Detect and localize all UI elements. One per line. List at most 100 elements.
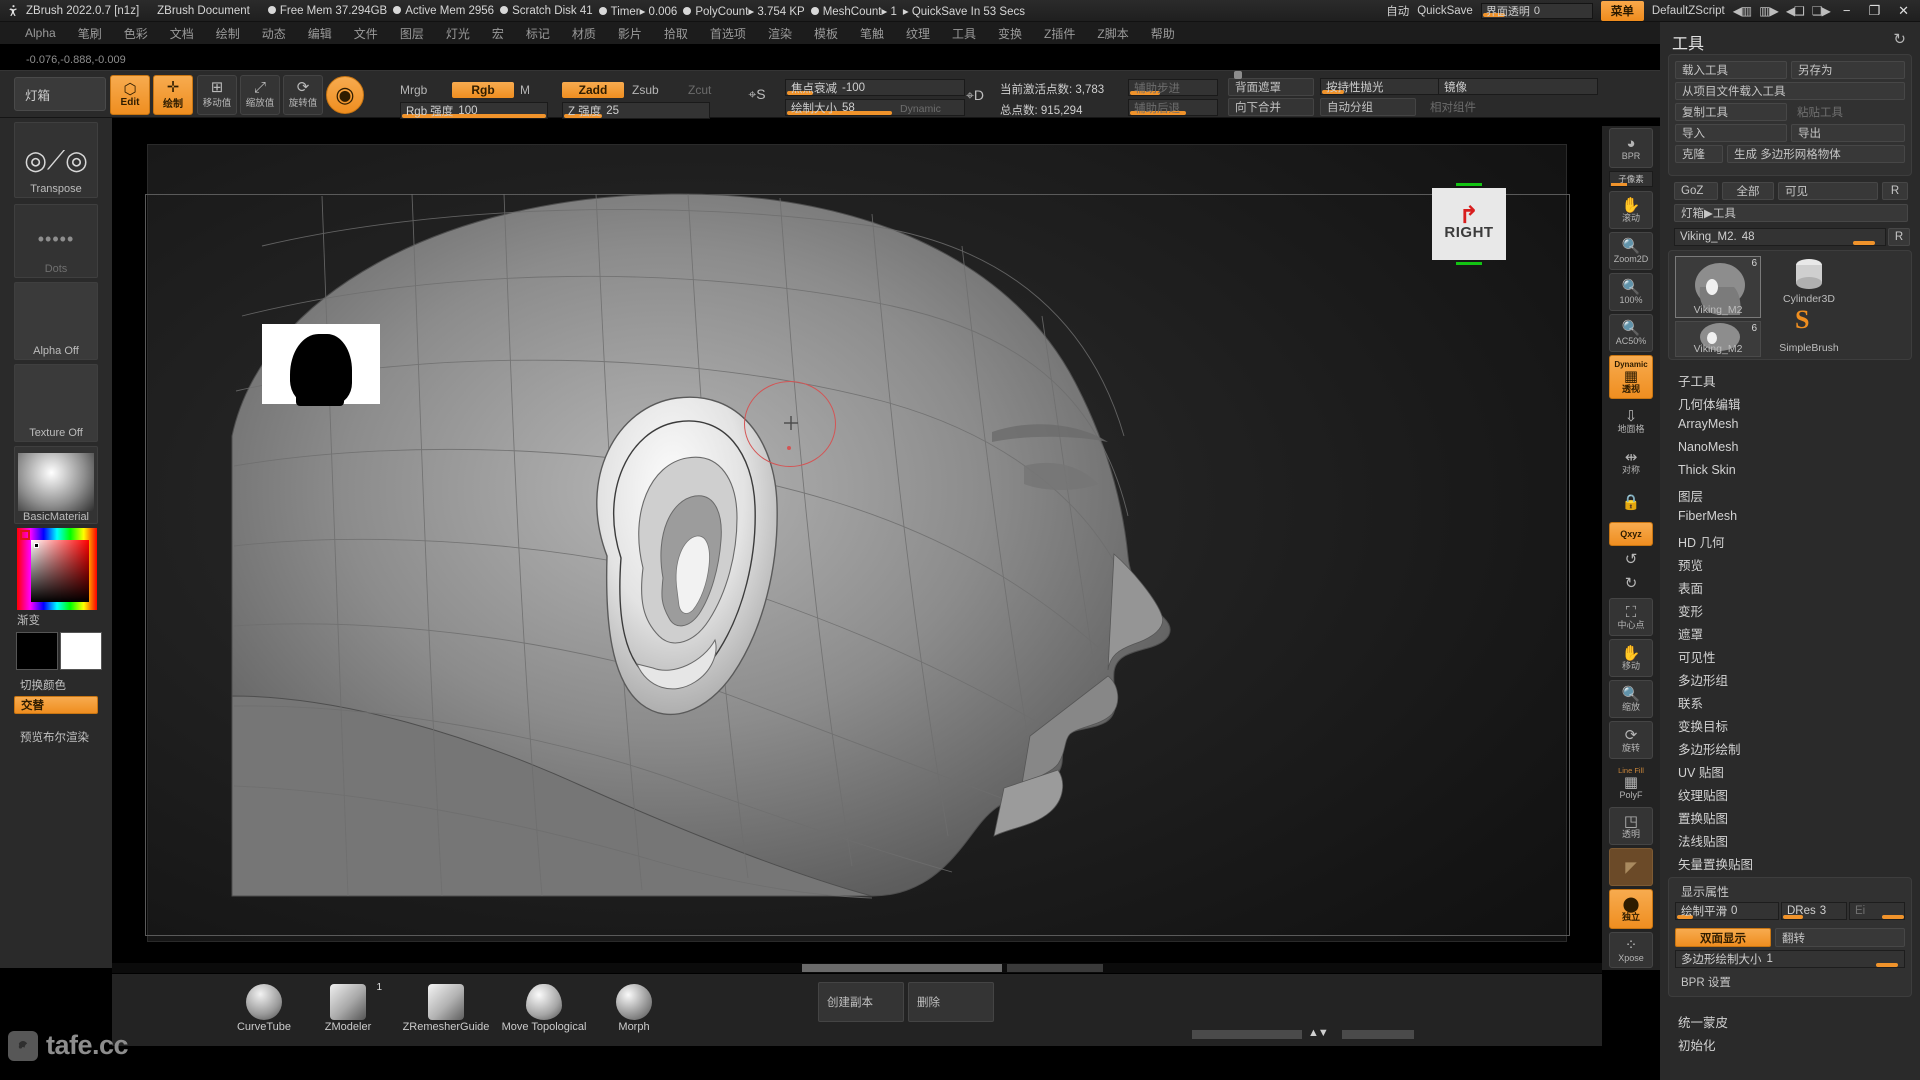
lightbox-button[interactable]: 灯箱 [14,77,106,111]
menu-item-picker[interactable]: 拾取 [653,25,699,42]
copy-tool-button[interactable]: 复制工具 [1675,103,1787,121]
tray-scrollbar-right[interactable] [1342,1030,1414,1039]
z-intensity-slider[interactable]: Z 强度 25 [562,102,710,119]
tray-scroll-arrows-icon[interactable]: ▲▼ [1308,1027,1329,1039]
menu-item-alpha[interactable]: Alpha [14,26,67,40]
move-view-button[interactable]: ✋ 移动 [1609,639,1653,677]
scroll-button[interactable]: ✋ 滚动 [1609,191,1653,229]
auto-label[interactable]: 自动 [1386,3,1409,19]
menu-item-layer[interactable]: 图层 [389,25,435,42]
menu-item-texture[interactable]: 纹理 [895,25,941,42]
subpalette-hd-geometry[interactable]: HD 几何 [1678,532,1725,551]
subpalette-geometry[interactable]: 几何体编辑 [1678,394,1741,413]
symmetry-button[interactable]: ⇹ 对称 [1609,443,1653,481]
subpalette-layers[interactable]: 图层 [1678,486,1703,505]
minimize-button[interactable]: − [1838,3,1856,18]
scrollbar-track-extra[interactable] [1007,964,1103,972]
lightbox-tool-button[interactable]: 灯箱▶工具 [1674,204,1908,222]
orientation-navigation-cube[interactable]: ↱ RIGHT [1432,183,1506,265]
subpalette-morph-target[interactable]: 变换目标 [1678,716,1728,735]
tool-thumb-cylinder[interactable]: Cylinder3D [1769,256,1849,306]
solo-button[interactable]: ⬤ 独立 [1609,889,1653,929]
subpalette-masking[interactable]: 遮罩 [1678,624,1703,643]
subpalette-fibermesh[interactable]: FiberMesh [1678,509,1737,523]
subpalette-uv-map[interactable]: UV 贴图 [1678,762,1724,781]
subpalette-unified-skin[interactable]: 统一蒙皮 [1678,1012,1728,1031]
quicksave-button[interactable]: QuickSave [1417,5,1473,17]
goz-all-button[interactable]: 全部 [1722,182,1774,200]
tray-scrollbar-left[interactable] [1192,1030,1302,1039]
zscript-label[interactable]: DefaultZScript [1652,5,1725,17]
tool-thumb-viking-1[interactable]: 6 Viking_M2 [1675,256,1761,318]
subpalette-deformation[interactable]: 变形 [1678,601,1703,620]
focal-shift-slider[interactable]: 焦点衰减 -100 [785,79,965,96]
ui-transparency-slider[interactable]: 界面透明 0 [1480,2,1593,19]
rotate-y-button[interactable]: ↺ [1609,548,1653,570]
texture-preview[interactable]: Texture Off [14,364,98,442]
bpr-render-button[interactable]: ◕ BPR [1609,128,1653,168]
step-back-slider[interactable]: 辅助后退 [1128,99,1218,116]
create-copy-button[interactable]: 创建副本 [818,982,904,1022]
tray-brush-curvetube[interactable]: CurveTube [220,982,308,1033]
menu-item-material[interactable]: 材质 [561,25,607,42]
zoom2d-button[interactable]: 🔍 Zoom2D [1609,232,1653,270]
canvas-horizontal-scrollbar[interactable] [112,963,1602,973]
subpixel-slider[interactable]: 子像素 [1609,171,1653,187]
subpalette-visibility[interactable]: 可见性 [1678,647,1716,666]
alternate-button[interactable]: 交替 [14,696,98,714]
ei-slider[interactable]: Ei [1849,902,1905,920]
backface-mask-button[interactable]: 背面遮罩 [1228,78,1314,96]
make-polymesh-button[interactable]: 生成 多边形网格物体 [1727,145,1905,163]
viewport-canvas[interactable]: ↱ RIGHT [112,136,1602,974]
edit-button[interactable]: ⬡ Edit [110,75,150,115]
goz-button[interactable]: GoZ [1674,182,1718,200]
perspective-button[interactable]: Dynamic ▦ 透视 [1609,355,1653,399]
refresh-icon[interactable]: ↻ [1893,30,1906,48]
tray-brush-zremesherguide[interactable]: ZRemesherGuide [394,982,498,1033]
ghost-transparency-button[interactable]: ◤ [1609,848,1653,886]
menu-item-macro[interactable]: 宏 [481,25,515,42]
menu-item-movie[interactable]: 影片 [607,25,653,42]
menu-item-marker[interactable]: 标记 [515,25,561,42]
rotate-button[interactable]: ⟳ 旋转值 [283,75,323,115]
current-brush-button[interactable]: ◉ [326,76,364,114]
subpalette-polygroups[interactable]: 多边形组 [1678,670,1728,689]
subpalette-arraymesh[interactable]: ArrayMesh [1678,417,1738,431]
align-button[interactable]: 相对组件 [1424,98,1524,116]
merge-down-button[interactable]: 向下合并 [1228,98,1314,116]
menu-item-stencil[interactable]: 模板 [803,25,849,42]
menu-item-zscript[interactable]: Z脚本 [1086,25,1139,42]
tool-thumb-simplebrush[interactable]: S SimpleBrush [1769,307,1849,355]
lock-button[interactable]: 🔒 [1609,484,1653,520]
clone-button[interactable]: 克隆 [1675,145,1723,163]
subpalette-contact[interactable]: 联系 [1678,693,1703,712]
frame-button[interactable]: ⛶ 中心点 [1609,598,1653,636]
maximize-button[interactable]: ❐ [1863,3,1885,19]
menu-item-edit[interactable]: 编辑 [297,25,343,42]
subpalette-subtool[interactable]: 子工具 [1678,371,1716,390]
subpalette-initialize[interactable]: 初始化 [1678,1035,1716,1054]
bpr-settings-button[interactable]: BPR 设置 [1675,972,1905,991]
draw-button[interactable]: ✛ 绘制 [153,75,193,115]
material-preview[interactable]: BasicMaterial [14,446,98,524]
load-tool-button[interactable]: 载入工具 [1675,61,1787,79]
menu-item-stroke[interactable]: 笔触 [849,25,895,42]
menu-item-light[interactable]: 灯光 [435,25,481,42]
rgb-toggle[interactable]: Rgb [452,82,514,98]
delete-button[interactable]: 删除 [908,982,994,1022]
xpose-button[interactable]: ⁘ Xpose [1609,932,1653,968]
tray-right-icon[interactable]: ❑▶ [1812,4,1831,18]
zcut-toggle[interactable]: Zcut [688,83,711,97]
scrollbar-thumb[interactable] [802,964,1002,972]
rgb-intensity-slider[interactable]: Rgb 强度 100 [400,102,548,119]
subpalette-displacement-map[interactable]: 置换贴图 [1678,808,1728,827]
transpose-preview[interactable]: ◎⟋◎ Transpose [14,122,98,198]
goz-r-button[interactable]: R [1882,182,1908,200]
menu-item-dynamics[interactable]: 动态 [251,25,297,42]
stroke-preview[interactable]: ••••• Dots [14,204,98,278]
step-forward-slider[interactable]: 辅助步进 [1128,79,1218,96]
palette-width-left-icon[interactable]: ◀▥ [1733,4,1753,18]
save-as-button[interactable]: 另存为 [1791,61,1905,79]
dynamic-brush-icon[interactable]: ⌖D [958,79,992,111]
secondary-color-swatch[interactable] [60,632,102,670]
